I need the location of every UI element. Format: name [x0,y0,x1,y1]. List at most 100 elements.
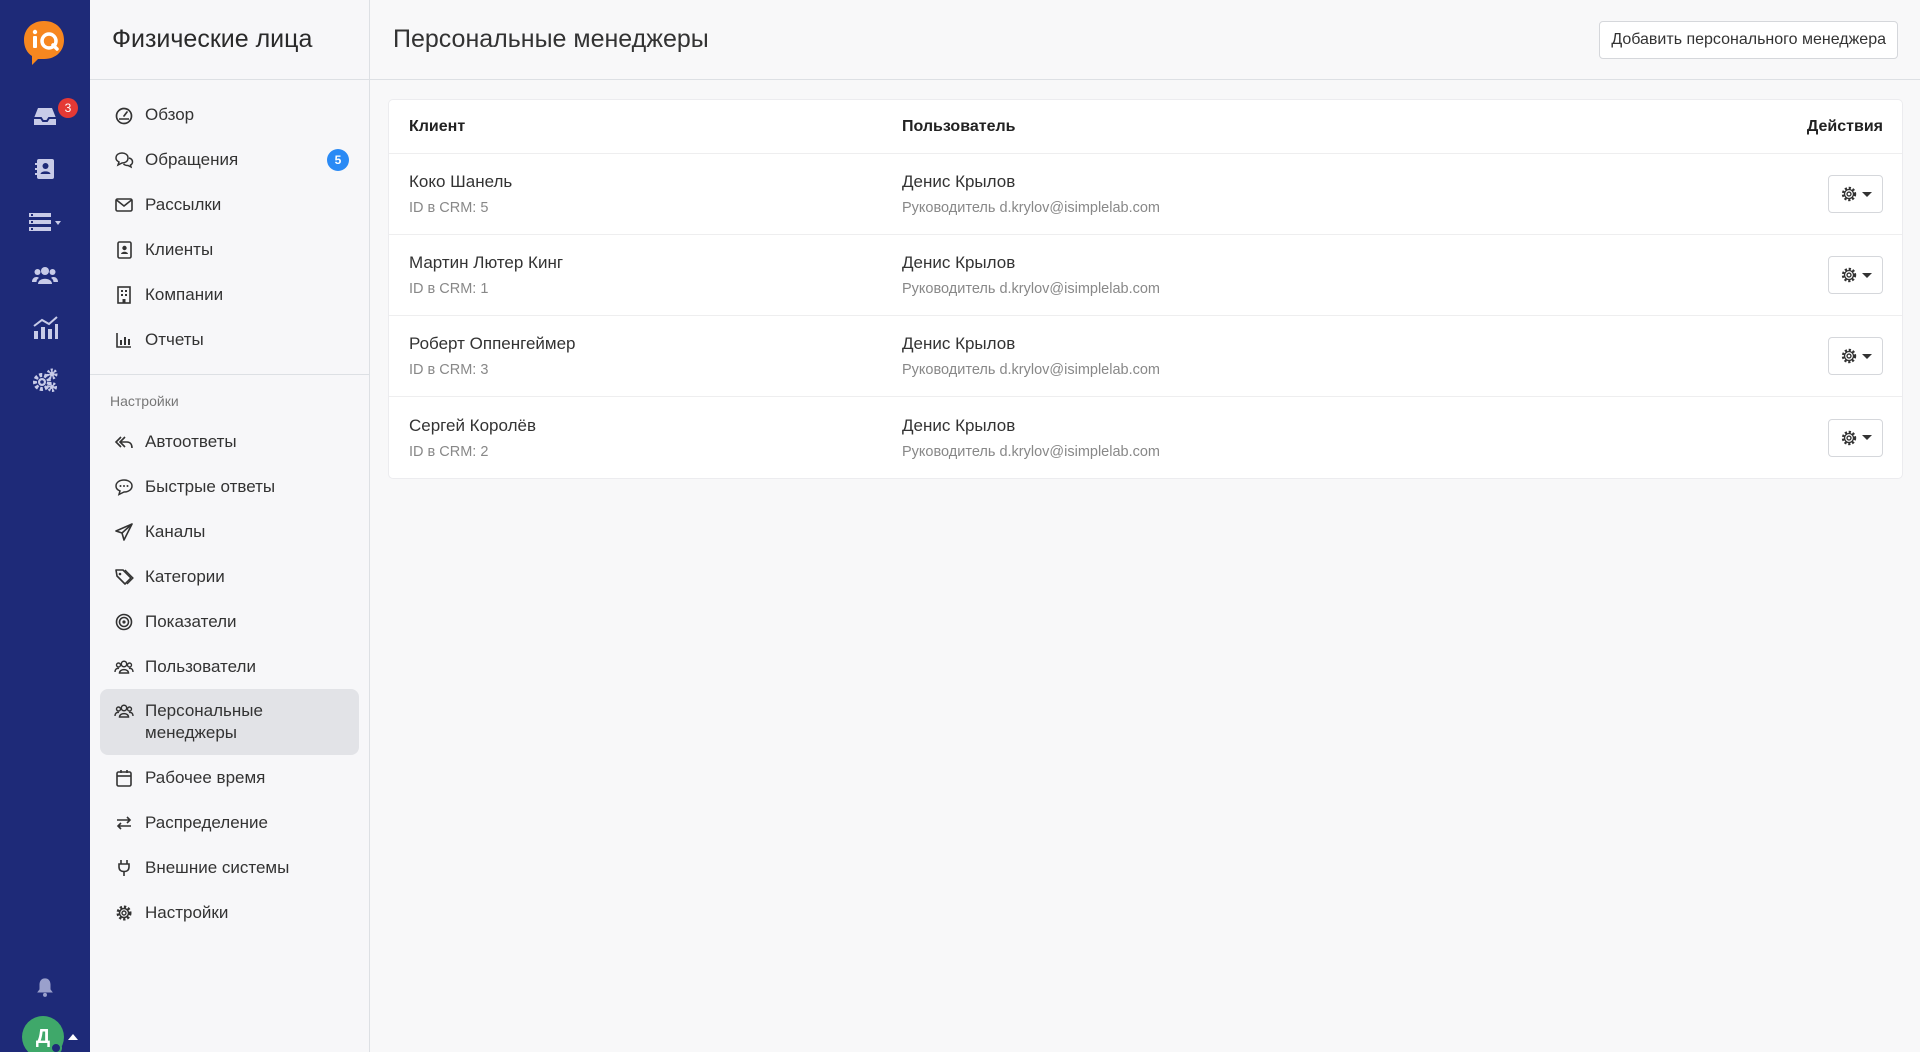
contact-book-icon [35,159,54,179]
send-icon [113,521,135,543]
user-role-email: Руководитель d.krylov@isimplelab.com [902,200,1161,216]
gears-icon [33,368,58,392]
app-rail: 3 Д [0,0,90,1052]
add-personal-manager-button[interactable]: Добавить персонального менеджера [1599,20,1898,59]
row-actions-dropdown[interactable] [1828,418,1883,457]
target-icon [113,611,135,633]
sidebar-item-label: Автоответы [145,431,237,451]
client-name: Мартин Лютер Кинг [409,253,564,272]
user-role-email: Руководитель d.krylov@isimplelab.com [902,443,1161,460]
sidebar-item-personal-managers[interactable]: Персональные менеджеры [100,689,359,755]
gear-icon [113,902,135,924]
tags-icon [113,566,135,588]
sidebar-item-mailings[interactable]: Рассылки [100,182,359,227]
gear-icon [1841,348,1856,364]
sidebar-item-overview[interactable]: Обзор [100,92,359,137]
sidebar-item-settings[interactable]: Настройки [100,890,359,935]
table-row: Сергей Королёв ID в CRM: 2 Денис Крылов … [389,397,1902,478]
rail-contacts[interactable] [0,145,90,193]
sidebar-item-channels[interactable]: Каналы [100,509,359,554]
caret-up-icon[interactable] [68,1034,78,1040]
caret-down-icon [1861,272,1872,278]
sidebar-item-label: Внешние системы [145,857,290,877]
rail-users[interactable] [0,251,90,299]
sidebar-item-label: Рассылки [145,194,222,214]
sidebar-item-requests[interactable]: Обращения 5 [100,137,359,182]
sidebar-item-categories[interactable]: Категории [100,554,359,599]
mail-icon [113,194,135,216]
sidebar-item-label: Настройки [145,902,229,922]
user-name: Денис Крылов [902,334,1016,353]
column-header-user: Пользователь [902,117,1016,135]
dashboard-icon [113,104,135,126]
users-icon [113,700,135,722]
sidebar-item-label: Обзор [145,104,195,124]
table-row: Мартин Лютер Кинг ID в CRM: 1 Денис Крыл… [389,235,1902,316]
list-dropdown-icon [29,213,61,231]
sidebar-item-label: Каналы [145,521,206,541]
row-actions-dropdown[interactable] [1828,337,1883,375]
sidebar-nav: Обзор Обращения 5 Рассылки Клиенты Компа… [90,80,369,935]
sidebar: Физические лица Обзор Обращения 5 Рассыл… [90,0,370,1052]
building-icon [113,284,135,306]
sidebar-item-label: Компании [145,284,224,304]
sidebar-item-label: Клиенты [145,239,214,259]
inbox-icon [34,108,56,125]
sidebar-item-users[interactable]: Пользователи [100,644,359,689]
inbox-badge: 3 [58,98,78,118]
bar-chart-icon [113,329,135,351]
sidebar-item-label: Персональные менеджеры [145,701,263,742]
rail-inbox[interactable]: 3 [0,92,90,140]
row-actions-dropdown[interactable] [1828,175,1883,213]
gear-icon [1841,430,1856,445]
sidebar-section-settings: Настройки [110,393,179,409]
sidebar-item-clients[interactable]: Клиенты [100,227,359,272]
calendar-icon [113,767,135,789]
sidebar-item-label: Категории [145,566,225,586]
column-header-client: Клиент [409,117,466,135]
rail-reports[interactable] [0,304,90,352]
column-header-actions: Действия [1806,117,1883,135]
sidebar-item-companies[interactable]: Компании [100,272,359,317]
online-status-dot [50,1042,62,1052]
sidebar-item-working-hours[interactable]: Рабочее время [100,755,359,800]
sidebar-item-quick-replies[interactable]: Быстрые ответы [100,464,359,509]
caret-down-icon [1861,191,1872,197]
sidebar-item-metrics[interactable]: Показатели [100,599,359,644]
sidebar-item-label: Обращения [145,149,239,169]
gear-icon [1841,186,1856,202]
table-header: Клиент Пользователь Действия [389,100,1902,154]
exchange-icon [113,812,135,834]
rail-lists[interactable] [0,198,90,246]
caret-down-icon [1861,353,1872,359]
page-header: Персональные менеджеры Добавить персонал… [370,0,1920,80]
page-title: Персональные менеджеры [393,25,709,53]
chat-icon [113,149,135,171]
user-role-email: Руководитель d.krylov@isimplelab.com [902,362,1161,378]
user-name: Денис Крылов [902,253,1016,272]
row-actions-dropdown[interactable] [1828,256,1883,294]
sidebar-item-distribution[interactable]: Распределение [100,800,359,845]
rail-notifications[interactable] [0,963,90,1011]
logo-icon[interactable] [20,18,68,66]
table-row: Роберт Оппенгеймер ID в CRM: 3 Денис Кры… [389,316,1902,397]
rail-settings[interactable] [0,356,90,404]
table-row: Коко Шанель ID в CRM: 5 Денис Крылов Рук… [389,154,1902,235]
user-name: Денис Крылов [902,415,1016,435]
sidebar-item-reports[interactable]: Отчеты [100,317,359,362]
sidebar-item-label: Пользователи [145,656,256,676]
reply-all-icon [113,431,135,453]
caret-down-icon [1861,435,1872,440]
users-icon [113,656,135,678]
plug-icon [113,857,135,879]
user-name: Денис Крылов [902,172,1016,191]
sidebar-item-autoreplies[interactable]: Автоответы [100,419,359,464]
sidebar-title: Физические лица [90,0,369,80]
client-crm-id: ID в CRM: 1 [409,281,489,297]
users-icon [32,267,58,284]
gear-icon [1841,267,1856,283]
comment-dots-icon [113,476,135,498]
sidebar-item-label: Распределение [145,812,268,832]
sidebar-item-label: Отчеты [145,329,204,349]
sidebar-item-external-systems[interactable]: Внешние системы [100,845,359,890]
